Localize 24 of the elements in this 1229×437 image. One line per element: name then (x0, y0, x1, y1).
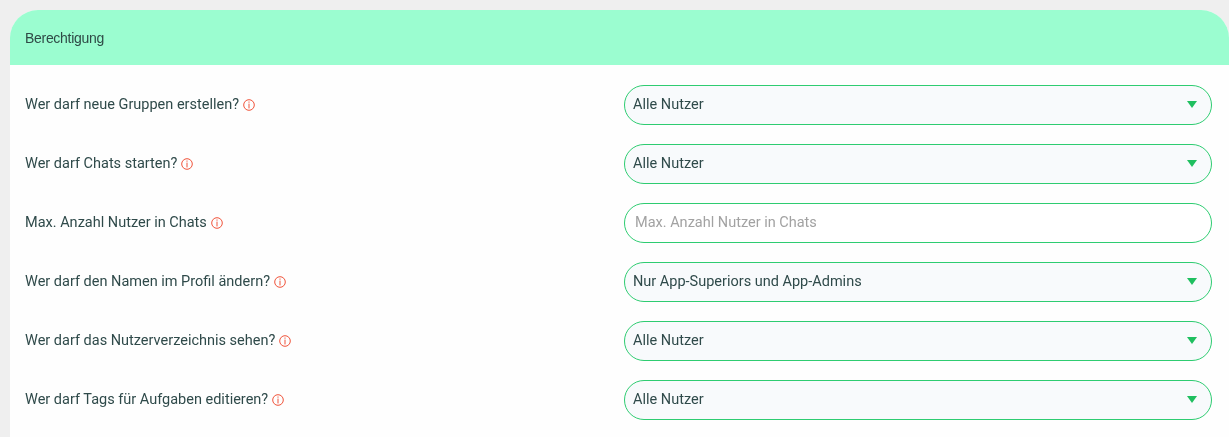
info-icon[interactable] (243, 98, 256, 111)
info-icon[interactable] (279, 334, 292, 347)
setting-label: Wer darf Chats starten? (25, 155, 178, 172)
setting-label: Wer darf den Namen im Profil ändern? (25, 273, 270, 290)
input-field[interactable]: Max. Anzahl Nutzer in Chats (624, 202, 1212, 243)
dropdown[interactable]: Alle Nutzer (624, 320, 1212, 361)
caret-icon (1187, 101, 1197, 108)
dropdown[interactable]: Alle Nutzer (624, 143, 1212, 184)
dropdown[interactable]: Alle Nutzer (624, 379, 1212, 420)
caret-icon (1187, 337, 1197, 344)
setting-label: Wer darf neue Gruppen erstellen? (25, 96, 240, 113)
setting-label: Wer darf das Nutzerverzeichnis sehen? (25, 332, 276, 349)
panel-title: Berechtigung (25, 29, 104, 46)
dropdown[interactable]: Alle Nutzer (624, 84, 1212, 125)
info-icon[interactable] (181, 157, 194, 170)
caret-icon (1187, 278, 1197, 285)
setting-label: Max. Anzahl Nutzer in Chats (25, 214, 207, 231)
caret-icon (1187, 396, 1197, 403)
setting-label: Wer darf Tags für Aufgaben editieren? (25, 391, 269, 408)
info-icon[interactable] (274, 275, 286, 288)
info-icon[interactable] (210, 216, 223, 229)
dropdown[interactable]: Nur App-Superiors und App-Admins (624, 261, 1212, 302)
info-icon[interactable] (272, 393, 285, 406)
caret-icon (1187, 160, 1197, 167)
